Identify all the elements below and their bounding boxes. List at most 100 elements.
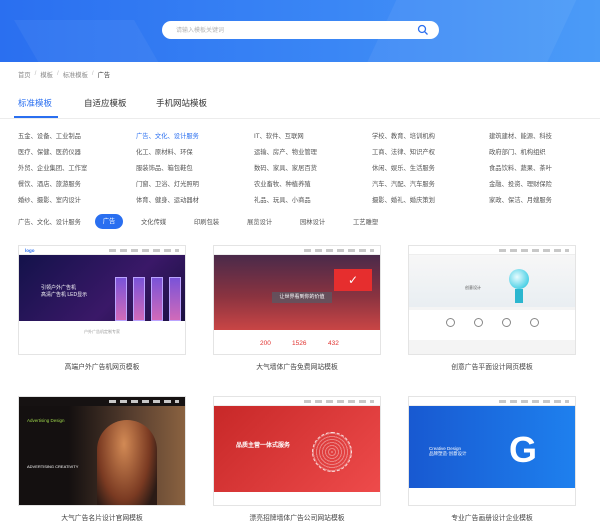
breadcrumb-separator: / xyxy=(34,70,37,77)
template-card[interactable]: Creative Design 品牌塑造·创意设计 G 专业广告画册设计企业模板 xyxy=(408,396,576,526)
thumb-stat: 432 xyxy=(328,340,339,347)
template-thumbnail[interactable]: Advertising Design ADVERTISING CREATIVIT… xyxy=(18,396,186,506)
category-item[interactable]: 休闲、娱乐、生活服务 xyxy=(372,163,435,172)
breadcrumb-current: 广告 xyxy=(97,72,111,79)
subcategory-active-pill[interactable]: 广告 xyxy=(95,214,123,229)
thumb-bulb-illustration xyxy=(509,269,529,289)
template-title[interactable]: 创意广告平面设计网页模板 xyxy=(408,361,576,371)
category-item[interactable]: 农业畜牧、种植养殖 xyxy=(254,179,311,188)
category-item[interactable]: 礼品、玩具、小商品 xyxy=(254,195,311,204)
thumb-nav-links xyxy=(109,249,179,252)
thumb-logo: logo xyxy=(25,248,35,253)
category-item[interactable]: 婚纱、摄影、室内设计 xyxy=(18,195,81,204)
subcategory-bar: 广告、文化、设计服务 广告 文化传媒 印刷包装 展览设计 园林设计 工艺雕塑 xyxy=(0,213,600,231)
template-thumbnail[interactable]: Creative Design 品牌塑造·创意设计 G xyxy=(408,396,576,506)
category-item[interactable]: 汽车、汽配、汽车服务 xyxy=(372,179,435,188)
thumb-caption: 户外广告机定制专家 xyxy=(84,329,120,334)
category-item[interactable]: 服装饰品、箱包鞋包 xyxy=(136,163,193,172)
thumb-display-panel xyxy=(115,277,127,321)
template-title[interactable]: 专业广告画册设计企业模板 xyxy=(408,512,576,522)
thumb-display-panel xyxy=(151,277,163,321)
template-thumbnail[interactable]: logo 引领户外广告机 高清广告机 LED显示 户外广告机定制专家 xyxy=(18,245,186,355)
thumb-banner: Creative Design 品牌塑造·创意设计 G xyxy=(409,406,575,488)
breadcrumb-separator: / xyxy=(56,70,59,77)
thumb-nav-links xyxy=(109,400,179,403)
thumb-slogan: 让世界看到你的价值 xyxy=(272,292,332,303)
feature-icon xyxy=(530,318,539,327)
template-card[interactable]: 让世界看到你的价值 ✓ 200 1526 432 大气墙体广告免费网站模板 xyxy=(213,245,381,375)
category-item-active[interactable]: 广告、文化、设计服务 xyxy=(136,131,199,140)
thumb-nav xyxy=(19,397,185,406)
template-title[interactable]: 大气墙体广告免费网站模板 xyxy=(213,361,381,371)
thumb-subheadline: 品牌塑造·创意设计 xyxy=(429,451,467,456)
category-item[interactable]: 运输、房产、物业管理 xyxy=(254,147,317,156)
search-bar[interactable]: 请输入模板关键词 xyxy=(162,21,439,39)
category-item[interactable]: 体育、健身、运动器材 xyxy=(136,195,199,204)
thumb-banner: 让世界看到你的价值 ✓ xyxy=(214,255,380,330)
thumb-headline: 品质主营一体式服务 xyxy=(236,443,291,449)
category-item[interactable]: 化工、原材料、环保 xyxy=(136,147,193,156)
breadcrumb-standard[interactable]: 标准模板 xyxy=(63,70,88,80)
thumb-circle-graphic xyxy=(312,432,352,472)
feature-icon xyxy=(502,318,511,327)
template-thumbnail[interactable]: 创意设计 xyxy=(408,245,576,355)
thumb-banner: 创意设计 xyxy=(409,255,575,307)
template-card[interactable]: Advertising Design ADVERTISING CREATIVIT… xyxy=(18,396,186,526)
search-icon[interactable] xyxy=(417,24,429,36)
thumb-nav: logo xyxy=(19,246,185,255)
thumb-banner: Advertising Design ADVERTISING CREATIVIT… xyxy=(19,406,185,505)
thumb-feature-icons xyxy=(409,310,575,340)
thumb-headline: Creative Design 品牌塑造·创意设计 xyxy=(429,446,467,457)
thumb-bulb-base xyxy=(515,289,523,303)
search-input[interactable]: 请输入模板关键词 xyxy=(176,25,224,34)
template-card[interactable]: logo 引领户外广告机 高清广告机 LED显示 户外广告机定制专家 高端户外广… xyxy=(18,245,186,375)
subcategory-item[interactable]: 工艺雕塑 xyxy=(353,217,378,226)
thumb-footer xyxy=(214,492,380,505)
subcategory-item[interactable]: 展览设计 xyxy=(247,217,272,226)
category-item[interactable]: 学校、教育、培训机构 xyxy=(372,131,435,140)
thumb-tagline: ADVERTISING CREATIVITY xyxy=(27,464,79,469)
category-item[interactable]: 建筑建材、能源、科技 xyxy=(489,131,552,140)
breadcrumb-home[interactable]: 首页 xyxy=(18,70,31,80)
template-thumbnail[interactable]: 品质主营一体式服务 xyxy=(213,396,381,506)
category-item[interactable]: 工商、法律、知识产权 xyxy=(372,147,435,156)
category-item[interactable]: 门窗、卫浴、灯光照明 xyxy=(136,179,199,188)
template-title[interactable]: 漂亮招牌墙体广告公司网站模板 xyxy=(213,512,381,522)
category-item[interactable]: 外贸、企业集团、工作室 xyxy=(18,163,87,172)
category-item[interactable]: 家政、保洁、月嫂服务 xyxy=(489,195,552,204)
category-item[interactable]: 摄影、婚礼、婚庆策划 xyxy=(372,195,435,204)
category-item[interactable]: 医疗、保健、医药仪器 xyxy=(18,147,81,156)
tab-responsive[interactable]: 自适应模板 xyxy=(84,97,127,109)
thumb-nav-links xyxy=(499,249,569,252)
subcategory-parent[interactable]: 广告、文化、设计服务 xyxy=(18,217,81,226)
category-item[interactable]: 餐饮、酒店、旅游服务 xyxy=(18,179,81,188)
thumb-banner-text: 引领户外广告机 高清广告机 LED显示 xyxy=(41,285,88,298)
category-item[interactable]: 金融、投资、理财保险 xyxy=(489,179,552,188)
active-tab-indicator xyxy=(14,116,58,118)
template-card[interactable]: 品质主营一体式服务 漂亮招牌墙体广告公司网站模板 xyxy=(213,396,381,526)
thumb-person-illustration xyxy=(97,420,157,505)
thumb-nav-links xyxy=(304,400,374,403)
subcategory-item[interactable]: 园林设计 xyxy=(300,217,325,226)
thumb-label: Advertising Design xyxy=(27,418,65,423)
category-item[interactable]: 数码、家具、家居百货 xyxy=(254,163,317,172)
template-card[interactable]: 创意设计 创意广告平面设计网页模板 xyxy=(408,245,576,375)
thumb-display-panel xyxy=(169,277,181,321)
hero-banner: 请输入模板关键词 xyxy=(0,0,600,62)
tab-standard[interactable]: 标准模板 xyxy=(18,97,52,109)
breadcrumb-templates[interactable]: 模板 xyxy=(40,70,53,80)
subcategory-item[interactable]: 印刷包装 xyxy=(194,217,219,226)
tab-mobile[interactable]: 手机网站模板 xyxy=(156,97,207,109)
thumb-stats: 200 1526 432 xyxy=(214,330,380,354)
subcategory-item[interactable]: 文化传媒 xyxy=(141,217,166,226)
thumb-nav xyxy=(409,246,575,255)
thumb-nav-links xyxy=(304,249,374,252)
category-item[interactable]: 五金、设备、工业制品 xyxy=(18,131,81,140)
template-title[interactable]: 大气广告名片设计官网模板 xyxy=(18,512,186,522)
thumb-footer xyxy=(409,488,575,505)
template-thumbnail[interactable]: 让世界看到你的价值 ✓ 200 1526 432 xyxy=(213,245,381,355)
category-item[interactable]: 食品饮料、蔬果、茶叶 xyxy=(489,163,552,172)
template-title[interactable]: 高端户外广告机网页模板 xyxy=(18,361,186,371)
category-item[interactable]: IT、软件、互联网 xyxy=(254,131,304,140)
category-item[interactable]: 政府部门、机构组织 xyxy=(489,147,546,156)
